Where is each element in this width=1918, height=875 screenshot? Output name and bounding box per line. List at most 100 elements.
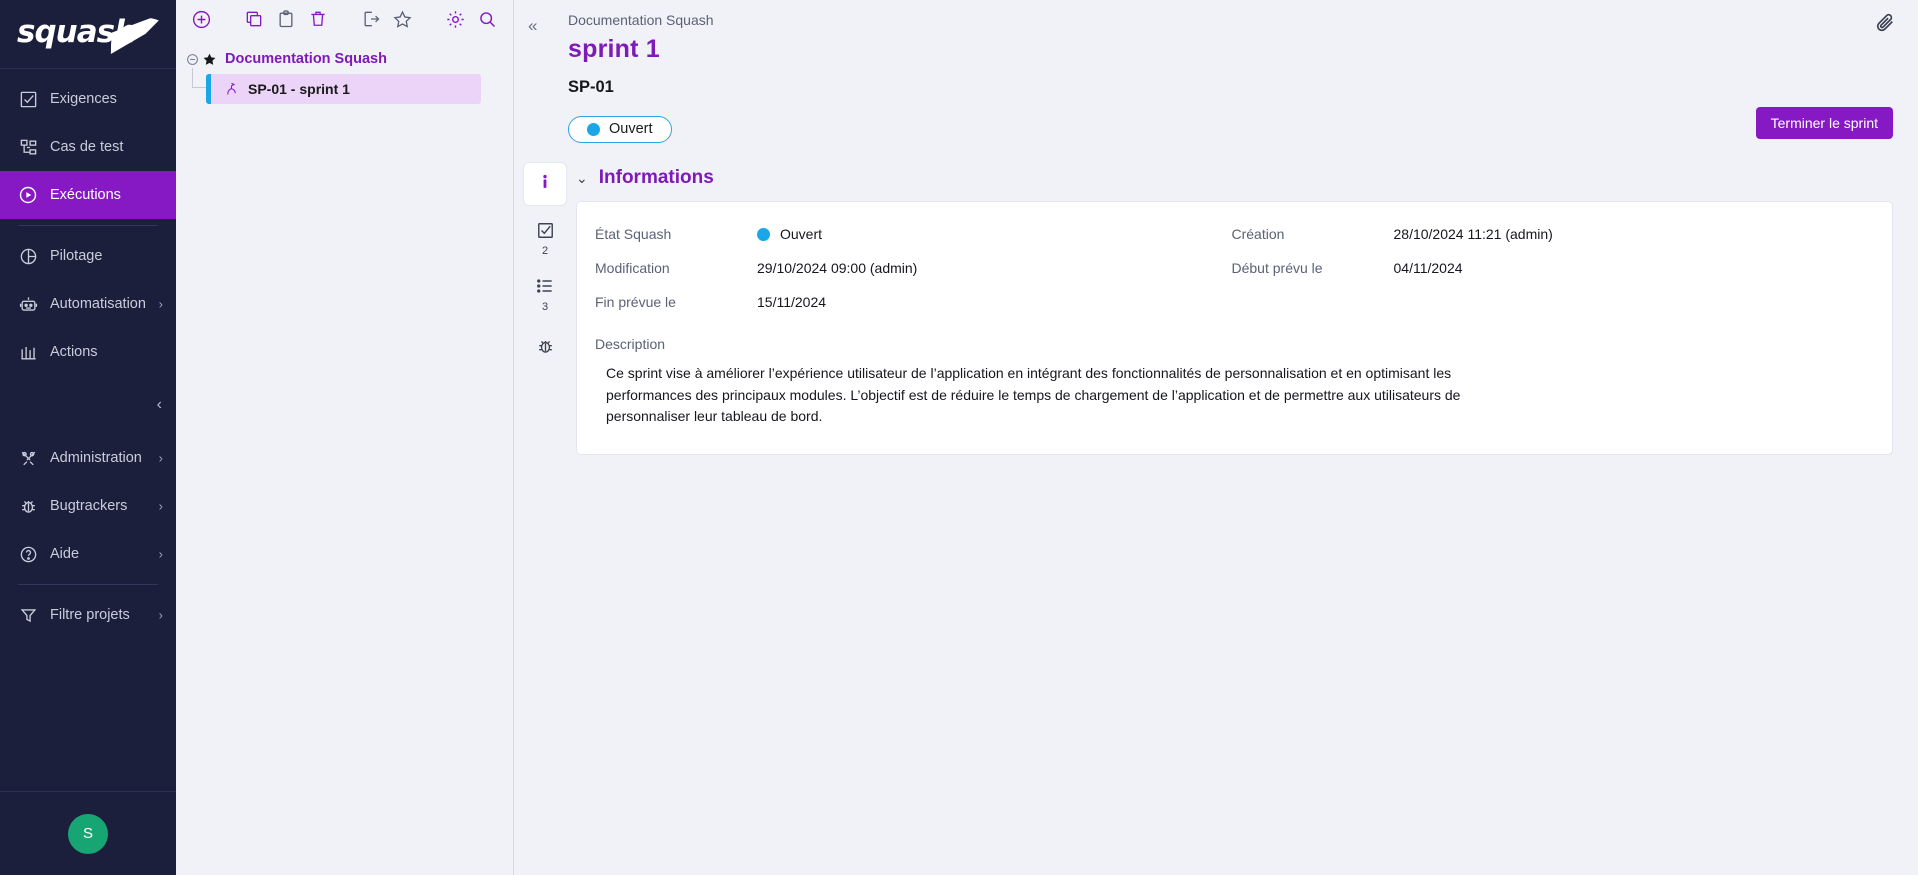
sidebar-item-label: Exigences <box>50 91 117 107</box>
delete-icon[interactable] <box>302 4 334 34</box>
sidebar-item-actions[interactable]: Actions <box>0 328 176 376</box>
page-reference: SP-01 <box>568 78 614 96</box>
sidebar-item-filtre-projets[interactable]: Filtre projets › <box>0 591 176 639</box>
favorite-star-icon[interactable] <box>387 4 419 34</box>
information-card: État Squash Ouvert Création 28/10/2024 1… <box>576 201 1893 455</box>
avatar[interactable]: S <box>68 813 108 854</box>
sidebar-item-executions[interactable]: Exécutions <box>0 171 176 219</box>
export-icon[interactable] <box>355 4 387 34</box>
vertical-tabs: 2 3 <box>514 163 566 455</box>
header-text-block: Documentation Squash sprint 1 SP-01 Ouve… <box>514 12 1918 145</box>
pilotage-chart-icon <box>14 247 42 266</box>
app-logo[interactable]: squash <box>0 0 176 69</box>
sidebar-item-pilotage[interactable]: Pilotage <box>0 232 176 280</box>
help-circle-icon <box>14 545 42 564</box>
sidebar-item-aide[interactable]: Aide › <box>0 530 176 578</box>
tree-child-container: SP-01 - sprint 1 <box>176 68 513 108</box>
tree-node-label: SP-01 - sprint 1 <box>248 81 350 97</box>
tab-bugs[interactable] <box>524 328 566 370</box>
section-title: Informations <box>598 167 714 188</box>
tree-node-root[interactable]: Documentation Squash <box>176 44 513 74</box>
tree-panel: Documentation Squash SP-01 - sprint 1 <box>176 0 514 875</box>
detail-header: « Documentation Squash sprint 1 SP-01 Ou… <box>514 0 1918 145</box>
sidebar-item-administration[interactable]: Administration › <box>0 434 176 482</box>
test-case-icon <box>14 138 42 157</box>
tab-badge: 2 <box>541 245 549 257</box>
sidebar-item-label: Cas de test <box>50 139 124 155</box>
copy-icon[interactable] <box>239 4 271 34</box>
sidebar: squash Exigences Cas de test Exécutions … <box>0 0 176 875</box>
sidebar-item-exigences[interactable]: Exigences <box>0 75 176 123</box>
field-label: État Squash <box>595 226 672 242</box>
main-content: « Documentation Squash sprint 1 SP-01 Ou… <box>514 0 1918 875</box>
sidebar-collapse-button[interactable]: ‹ <box>0 376 176 434</box>
field-value-fin-prevue: 15/11/2024 <box>757 294 827 310</box>
sidebar-item-label: Filtre projets <box>50 607 130 623</box>
tree-node-label: Documentation Squash <box>225 51 387 67</box>
sidebar-item-label: Automatisation <box>50 296 146 312</box>
status-label: Ouvert <box>609 121 653 137</box>
tab-informations[interactable] <box>524 163 566 205</box>
sidebar-item-label: Exécutions <box>50 187 121 203</box>
status-row: Ouvert Terminer le sprint <box>568 107 1918 145</box>
sidebar-divider <box>18 225 158 226</box>
tree-collapse-toggle[interactable] <box>182 53 202 66</box>
terminer-sprint-button[interactable]: Terminer le sprint <box>1755 107 1893 139</box>
paperclip-icon[interactable] <box>1874 12 1896 39</box>
tools-icon <box>14 449 42 468</box>
paste-icon[interactable] <box>270 4 302 34</box>
tree-body: Documentation Squash SP-01 - sprint 1 <box>176 38 513 108</box>
tree-toolbar <box>176 0 513 38</box>
field-value-debut-prevu: 04/11/2024 <box>1393 260 1463 276</box>
tab-list[interactable]: 3 <box>524 273 566 315</box>
sidebar-item-automatisation[interactable]: Automatisation › <box>0 280 176 328</box>
gear-icon[interactable] <box>439 4 471 34</box>
chevron-right-icon: › <box>158 607 163 623</box>
chevron-right-icon: › <box>158 450 163 466</box>
informations-section-header[interactable]: ⌄ Informations <box>576 167 1893 189</box>
description-text: Ce sprint vise à améliorer l’expérience … <box>606 365 1461 424</box>
field-value-etat-squash: Ouvert <box>757 222 1232 246</box>
funnel-icon <box>14 606 42 625</box>
grid-empty-cell <box>1394 290 1869 314</box>
breadcrumb: Documentation Squash <box>568 12 714 28</box>
checkbox-icon <box>536 221 555 245</box>
sidebar-item-label: Bugtrackers <box>50 498 128 514</box>
grid-empty-cell <box>1232 290 1394 314</box>
add-icon[interactable] <box>186 4 218 34</box>
sidebar-item-label: Actions <box>50 344 98 360</box>
status-badge[interactable]: Ouvert <box>568 115 672 143</box>
tab-test-plan[interactable]: 2 <box>524 218 566 260</box>
field-label: Création <box>1231 226 1285 242</box>
page-title: sprint 1 <box>568 35 660 63</box>
status-dot-icon <box>757 227 770 241</box>
field-value-text: Ouvert <box>780 226 823 242</box>
field-label: Début prévu le <box>1231 260 1323 276</box>
tree-node-sprint[interactable]: SP-01 - sprint 1 <box>206 74 481 104</box>
info-icon <box>535 172 555 197</box>
tab-badge: 3 <box>541 300 549 313</box>
app-root: squash Exigences Cas de test Exécutions … <box>0 0 1918 875</box>
executions-icon <box>14 185 42 205</box>
sidebar-item-cas-de-test[interactable]: Cas de test <box>0 123 176 171</box>
field-label: Modification <box>595 260 670 276</box>
chevron-right-icon: › <box>158 546 163 562</box>
search-icon[interactable] <box>471 4 503 34</box>
robot-icon <box>14 295 42 314</box>
chevron-right-icon: › <box>158 498 163 514</box>
bug-icon <box>536 337 555 361</box>
field-value-modification: 29/10/2024 09:00 (admin) <box>757 260 918 276</box>
sidebar-nav: Exigences Cas de test Exécutions Pilotag… <box>0 69 176 639</box>
sidebar-item-label: Pilotage <box>50 248 103 264</box>
chevrons-left-icon[interactable]: « <box>528 16 537 36</box>
actions-icon <box>14 343 42 362</box>
list-icon <box>535 276 555 301</box>
chevron-right-icon: › <box>158 296 163 312</box>
sidebar-item-label: Aide <box>50 546 80 562</box>
description-label: Description <box>595 336 666 352</box>
sidebar-item-bugtrackers[interactable]: Bugtrackers › <box>0 482 176 530</box>
star-filled-icon <box>202 52 217 67</box>
content-area: 2 3 ⌄ Informations État Squash Ouvert Cr… <box>514 163 1918 455</box>
chevron-down-icon: ⌄ <box>576 169 588 186</box>
